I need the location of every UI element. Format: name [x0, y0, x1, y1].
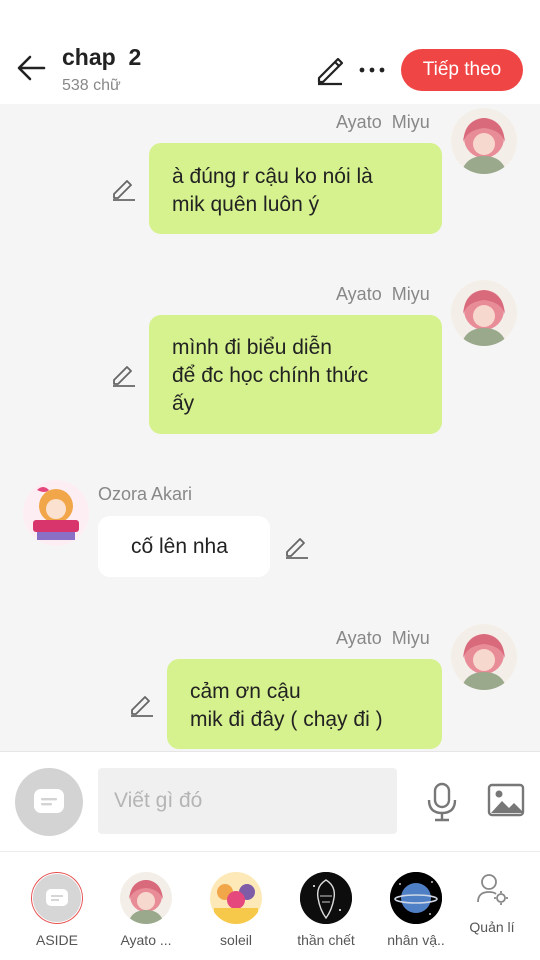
message-line: mình đi biểu diễn — [172, 336, 332, 359]
tab-aside[interactable]: ASIDE — [12, 852, 102, 960]
tab-manage[interactable]: Quản lí — [447, 852, 537, 960]
sender-name: Ayato Miyu — [336, 284, 430, 304]
avatar-ayato-miyu[interactable] — [451, 108, 517, 174]
message-line: mik đi đây ( chạy đi ) — [190, 708, 383, 731]
message-line: để đc học chính thức — [172, 364, 369, 387]
character-bar: ASIDE Ayato ... soleil thần chết nhân vậ… — [0, 851, 540, 960]
sender-name: Ayato Miyu — [336, 112, 430, 132]
avatar — [300, 872, 352, 924]
back-arrow-icon[interactable] — [14, 50, 50, 86]
message-line: cố lên nha — [131, 535, 228, 558]
tab-label: Ayato ... — [120, 932, 172, 948]
edit-message-icon[interactable] — [129, 691, 155, 717]
avatar — [120, 872, 172, 924]
tab-label: soleil — [220, 932, 252, 948]
sender-name: Ozora Akari — [98, 484, 193, 504]
avatar — [210, 872, 262, 924]
aside-avatar — [31, 872, 83, 924]
message-line: cảm ơn cậu — [190, 680, 301, 703]
aside-toggle-button[interactable] — [15, 768, 83, 836]
aside-icon — [34, 789, 64, 813]
message-input[interactable] — [98, 768, 397, 834]
sender-name: Ayato Miyu — [336, 628, 430, 648]
message-line: à đúng r cậu ko nói là — [172, 165, 373, 188]
tab-soleil[interactable]: soleil — [191, 852, 281, 960]
message-line: ấy — [172, 392, 195, 415]
chapter-title: chap 2 — [62, 44, 142, 70]
tab-label: thần chết — [297, 932, 355, 948]
edit-pencil-icon[interactable] — [314, 54, 346, 86]
tab-than-chet[interactable]: thần chết — [281, 852, 371, 960]
image-icon[interactable] — [487, 782, 525, 818]
avatar — [390, 872, 442, 924]
microphone-icon[interactable] — [424, 782, 460, 822]
message-line: mik quên luôn ý — [172, 193, 320, 216]
avatar-ayato-miyu[interactable] — [451, 280, 517, 346]
next-button[interactable]: Tiếp theo — [401, 49, 523, 91]
composer-bar — [0, 751, 540, 851]
edit-message-icon[interactable] — [111, 361, 137, 387]
more-options-icon[interactable] — [356, 54, 388, 86]
message-bubble[interactable]: cảm ơn cậu mik đi đây ( chạy đi ) — [167, 659, 442, 749]
avatar-ozora-akari[interactable] — [23, 480, 89, 546]
message-bubble[interactable]: mình đi biểu diễn để đc học chính thức ấ… — [149, 315, 442, 434]
tab-label: Quản lí — [469, 919, 515, 935]
message-bubble[interactable]: cố lên nha — [98, 516, 270, 577]
manage-user-icon — [476, 872, 508, 906]
chat-area[interactable]: Ayato Miyu à đúng r cậu ko nói là mik qu… — [0, 104, 540, 751]
tab-ayato[interactable]: Ayato ... — [101, 852, 191, 960]
tab-label: ASIDE — [35, 932, 78, 948]
edit-message-icon[interactable] — [111, 175, 137, 201]
edit-message-icon[interactable] — [284, 533, 310, 559]
word-count: 538 chữ — [62, 77, 121, 94]
avatar-ayato-miyu[interactable] — [451, 624, 517, 690]
top-bar: chap 2 538 chữ Tiếp theo — [0, 0, 540, 104]
message-bubble[interactable]: à đúng r cậu ko nói là mik quên luôn ý — [149, 143, 442, 234]
